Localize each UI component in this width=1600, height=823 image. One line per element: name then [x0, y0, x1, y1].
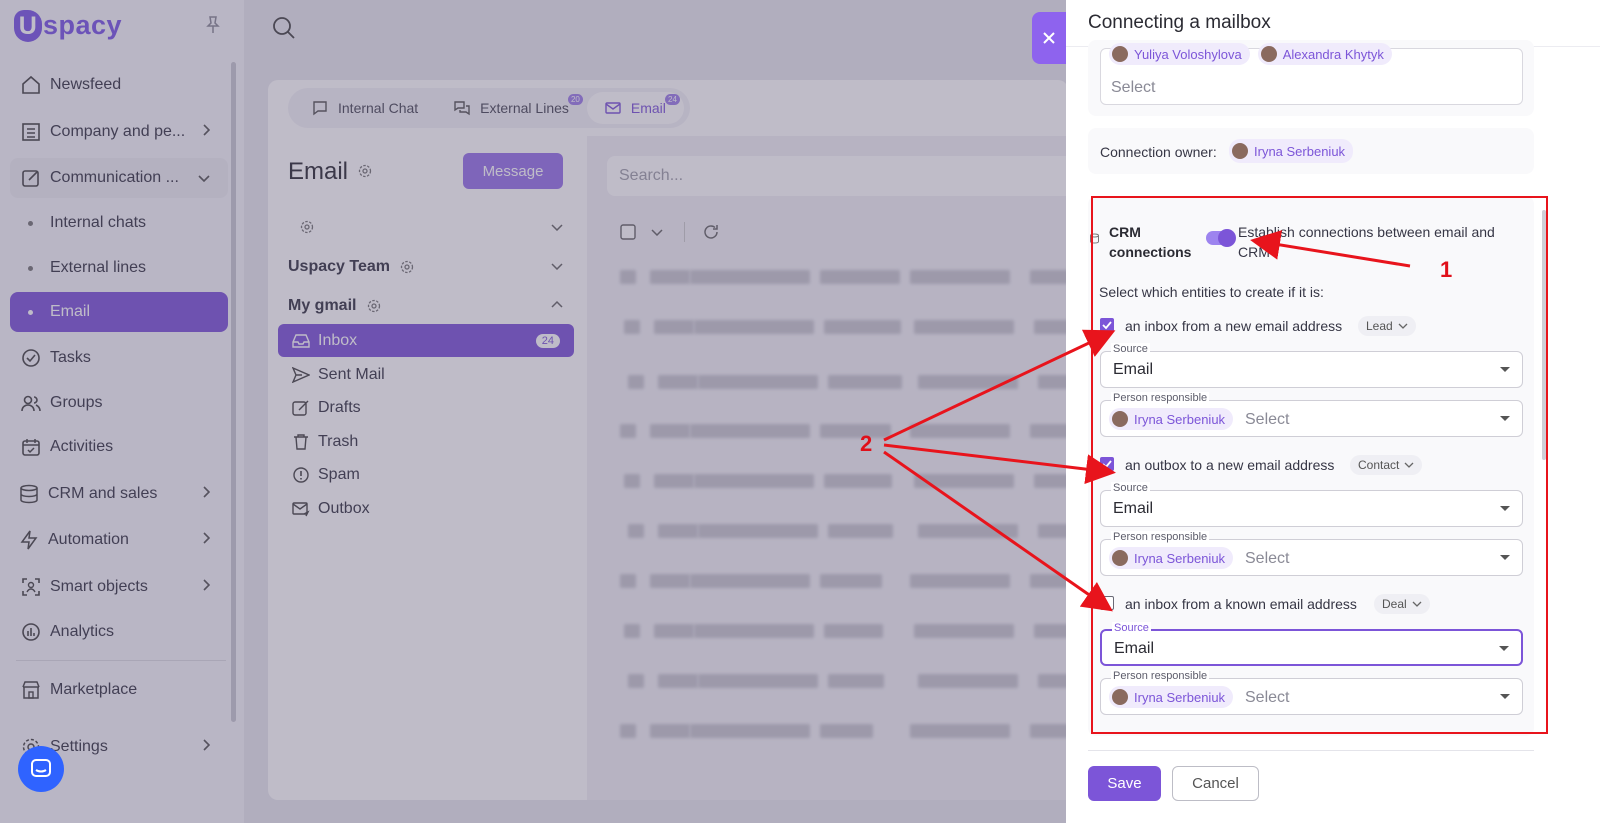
divider — [1088, 750, 1534, 751]
close-icon — [1043, 32, 1055, 44]
user-chip[interactable]: Alexandra Khytyk — [1257, 43, 1392, 65]
save-button[interactable]: Save — [1088, 766, 1161, 801]
cancel-button[interactable]: Cancel — [1172, 766, 1259, 801]
panel-title: Connecting a mailbox — [1088, 12, 1271, 33]
user-chip[interactable]: Yuliya Voloshylova — [1109, 43, 1250, 65]
users-select[interactable]: Yuliya Voloshylova Alexandra Khytyk Sele… — [1100, 43, 1523, 105]
annotation-number-1: 1 — [1440, 257, 1453, 282]
avatar — [1260, 46, 1277, 62]
chat-bubble-icon — [31, 759, 51, 777]
owner-label: Connection owner: — [1100, 144, 1217, 160]
users-select-placeholder: Select — [1111, 79, 1156, 96]
modal-overlay[interactable] — [0, 0, 1066, 823]
chat-support-button[interactable] — [18, 746, 64, 792]
avatar — [1112, 46, 1128, 62]
close-panel-button[interactable] — [1032, 12, 1066, 64]
highlight-box — [1091, 196, 1548, 734]
avatar — [1232, 143, 1248, 159]
annotation-number-2: 2 — [860, 431, 873, 456]
owner-chip: Iryna Serbeniuk — [1229, 139, 1354, 163]
